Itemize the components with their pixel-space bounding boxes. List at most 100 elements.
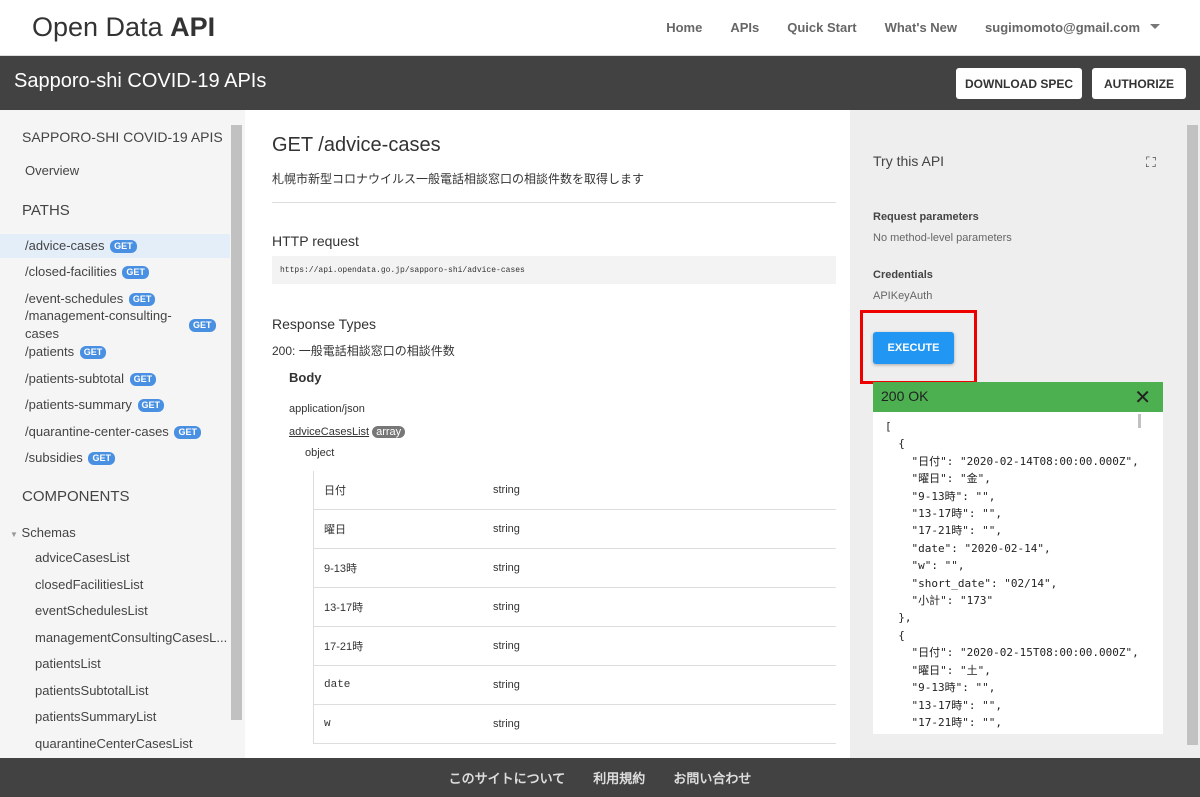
fields-table: 日付 string 曜日 string 9-13時 string 13-17時 string 1…: [313, 471, 836, 744]
field-name: date: [324, 679, 351, 691]
response-200: 200: 一般電話相談窓口の相談件数: [272, 344, 455, 358]
download-spec-button[interactable]: DOWNLOAD SPEC: [956, 68, 1082, 99]
array-badge: array: [372, 426, 406, 438]
field-type: string: [493, 484, 520, 496]
response-status: 200 OK ✕: [873, 382, 1163, 412]
sidebar-item-event-schedules[interactable]: /event-schedules GET: [0, 290, 230, 308]
sidebar-item-quarantine-center-cases[interactable]: /quarantine-center-cases GET: [0, 423, 230, 441]
body-heading: Body: [289, 370, 322, 385]
field-type: string: [493, 601, 520, 613]
get-badge: GET: [137, 399, 165, 412]
fullscreen-icon[interactable]: ⛶: [1146, 154, 1156, 171]
field-type: string: [493, 718, 520, 730]
logo[interactable]: Open Data API: [32, 12, 215, 43]
get-badge: GET: [129, 373, 157, 386]
schema-item[interactable]: eventSchedulesList: [35, 603, 148, 618]
page-title: Sapporo-shi COVID-19 APIs: [14, 70, 267, 92]
components-heading: COMPONENTS: [22, 488, 130, 505]
response-types-heading: Response Types: [272, 316, 377, 332]
schema-link-row: adviceCasesList array: [289, 426, 406, 438]
sidebar-item-management-consulting-cases[interactable]: /management-consulting-cases GET: [0, 307, 230, 343]
api-heading: SAPPORO-SHI COVID-19 APIS: [22, 129, 223, 145]
get-badge: GET: [79, 346, 107, 359]
field-name: 17-21時: [324, 641, 364, 653]
top-nav: Home APIs Quick Start What's New sugimom…: [666, 20, 1160, 35]
nav-whats-new[interactable]: What's New: [885, 20, 957, 35]
response-body: [ { "日付": "2020-02-14T08:00:00.000Z", "曜…: [873, 412, 1163, 734]
sidebar-item-subsidies[interactable]: /subsidies GET: [0, 449, 230, 467]
table-row: 17-21時 string: [314, 627, 836, 666]
sidebar-item-patients-summary[interactable]: /patients-summary GET: [0, 396, 230, 414]
chevron-down-icon: [1150, 24, 1160, 34]
schemas-toggle[interactable]: ▼ Schemas: [0, 524, 230, 544]
schema-item[interactable]: adviceCasesList: [35, 550, 130, 565]
field-type: string: [493, 679, 520, 691]
credentials-label: Credentials: [873, 269, 933, 281]
get-badge: GET: [122, 266, 149, 279]
field-name: 曜日: [324, 524, 346, 536]
try-api-title: Try this API: [873, 153, 945, 169]
table-row: w string: [314, 705, 836, 744]
footer-contact[interactable]: お問い合わせ: [673, 768, 751, 787]
schema-item[interactable]: managementConsultingCasesL...: [35, 630, 227, 645]
nav-home[interactable]: Home: [666, 20, 702, 35]
schema-item[interactable]: patientsSummaryList: [35, 709, 156, 724]
top-header: Open Data API Home APIs Quick Start What…: [0, 0, 1200, 56]
user-menu[interactable]: sugimomoto@gmail.com: [985, 20, 1160, 35]
field-type: string: [493, 640, 520, 652]
schema-item[interactable]: closedFacilitiesList: [35, 577, 143, 592]
schema-item[interactable]: quarantineCenterCasesList: [35, 736, 193, 751]
footer-terms[interactable]: 利用規約: [593, 768, 645, 787]
execute-button[interactable]: EXECUTE: [873, 332, 954, 364]
field-type: string: [493, 523, 520, 535]
get-badge: GET: [189, 318, 216, 332]
schema-link[interactable]: adviceCasesList: [289, 426, 369, 438]
sidebar-item-closed-facilities[interactable]: /closed-facilities GET: [0, 263, 230, 281]
table-row: 曜日 string: [314, 510, 836, 549]
sidebar-scrollbar[interactable]: [231, 125, 242, 720]
main-content: GET /advice-cases 札幌市新型コロナウイルス一般電話相談窓口の相…: [245, 110, 850, 758]
sidebar-item-advice-cases[interactable]: /advice-cases GET: [0, 234, 230, 258]
request-params-label: Request parameters: [873, 211, 979, 223]
nav-apis[interactable]: APIs: [730, 20, 759, 35]
nav-quick-start[interactable]: Quick Start: [787, 20, 856, 35]
sidebar: SAPPORO-SHI COVID-19 APIS Overview PATHS…: [0, 110, 245, 758]
field-type: string: [493, 562, 520, 574]
get-badge: GET: [128, 293, 156, 306]
table-row: date string: [314, 666, 836, 705]
table-row: 13-17時 string: [314, 588, 836, 627]
caret-down-icon: ▼: [10, 530, 18, 539]
title-bar: Sapporo-shi COVID-19 APIs DOWNLOAD SPEC …: [0, 56, 1200, 110]
get-badge: GET: [110, 240, 137, 253]
close-icon[interactable]: ✕: [1134, 385, 1151, 410]
footer-about[interactable]: このサイトについて: [449, 768, 566, 787]
request-params-value: No method-level parameters: [873, 232, 1012, 244]
get-badge: GET: [174, 426, 201, 439]
panel-scrollbar[interactable]: [1187, 125, 1198, 745]
field-name: w: [324, 718, 331, 730]
content-type: application/json: [289, 403, 365, 415]
authorize-button[interactable]: AUTHORIZE: [1092, 68, 1186, 99]
divider: [272, 202, 836, 203]
footer: このサイトについて 利用規約 お問い合わせ: [0, 758, 1200, 797]
endpoint-description: 札幌市新型コロナウイルス一般電話相談窓口の相談件数を取得します: [272, 172, 645, 186]
http-request-heading: HTTP request: [272, 233, 359, 249]
field-name: 9-13時: [324, 563, 358, 575]
sidebar-item-patients-subtotal[interactable]: /patients-subtotal GET: [0, 370, 230, 388]
get-badge: GET: [88, 452, 115, 465]
paths-heading: PATHS: [22, 202, 70, 219]
object-label: object: [305, 447, 335, 459]
schema-item[interactable]: patientsSubtotalList: [35, 683, 148, 698]
schema-item[interactable]: patientsList: [35, 656, 101, 671]
credentials-value: APIKeyAuth: [873, 290, 933, 302]
table-row: 9-13時 string: [314, 549, 836, 588]
table-row: 日付 string: [314, 471, 836, 510]
response-scrollbar[interactable]: [1138, 414, 1141, 428]
field-name: 日付: [324, 485, 346, 497]
try-api-panel: Try this API ⛶ Request parameters No met…: [850, 110, 1200, 758]
sidebar-item-patients[interactable]: /patients GET: [0, 343, 230, 361]
endpoint-title: GET /advice-cases: [272, 134, 441, 156]
field-name: 13-17時: [324, 602, 364, 614]
sidebar-item-overview[interactable]: Overview: [0, 162, 230, 180]
request-url: https://api.opendata.go.jp/sapporo-shi/a…: [272, 256, 836, 284]
